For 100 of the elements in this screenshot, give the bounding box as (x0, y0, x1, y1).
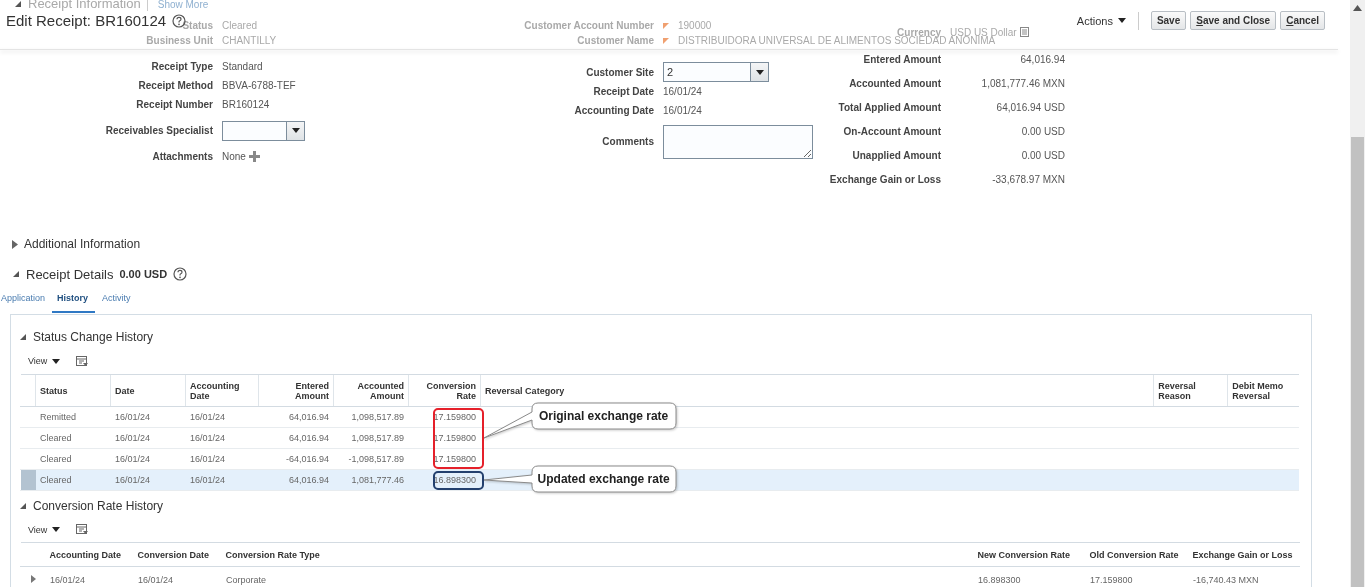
field-label: Receipt Number (136, 99, 213, 110)
collapse-triangle-icon[interactable] (12, 270, 20, 278)
field-label: Receipt Method (138, 80, 213, 91)
column-header: Entered Amount (258, 374, 334, 407)
total-amount: 0.00 USD (119, 268, 168, 280)
column-header: Accounting Date (185, 374, 259, 407)
table-cell: 17.159800 (408, 448, 481, 470)
table-cell: -1,098,517.89 (333, 448, 409, 470)
scroll-up-icon[interactable] (1353, 5, 1362, 11)
table-cell: 16/01/24 (110, 427, 186, 449)
section-title: Receipt Details (26, 266, 114, 282)
column-header: Status (35, 374, 111, 407)
table-cell: 16/01/24 (110, 406, 186, 428)
table-cell: 16.898300 (973, 566, 1086, 587)
field-label: Business Unit (146, 35, 213, 46)
field-value: 16/01/24 (663, 104, 702, 116)
amount-value: 64,016.94 (1019, 53, 1065, 65)
expand-triangle-icon[interactable] (12, 239, 18, 249)
collapse-triangle-icon[interactable] (19, 502, 27, 510)
grid-icon[interactable] (76, 524, 89, 535)
field-label: Receivables Specialist (105, 125, 213, 136)
table-cell: 16/01/24 (45, 566, 134, 587)
view-menu[interactable]: View (28, 524, 61, 535)
column-header: Reversal Reason (1153, 374, 1228, 407)
field-label: Receipt Type (151, 61, 213, 72)
collapse-triangle-icon[interactable] (19, 333, 27, 341)
field-label: Exchange Gain or Loss (829, 173, 941, 185)
section-title: Status Change History (33, 330, 154, 344)
field-label: Receipt Date (593, 85, 654, 97)
dropdown-field[interactable]: 2 (663, 62, 769, 82)
column-header: Date (110, 374, 186, 407)
amount-value: 0.00 USD (1020, 149, 1065, 161)
expand-triangle-icon[interactable] (30, 574, 36, 583)
table-cell: 1,098,517.89 (333, 427, 409, 449)
field-label: Accounted Amount (849, 77, 941, 89)
details-icon[interactable] (1019, 27, 1029, 37)
help-icon[interactable] (173, 267, 188, 281)
page-title: Edit Receipt: BR160124 (6, 12, 167, 29)
actions-menu[interactable]: Actions (1076, 14, 1126, 27)
amount-value: 0.00 USD (1020, 125, 1065, 137)
field-label: Unapplied Amount (852, 149, 941, 161)
add-icon[interactable] (248, 151, 260, 162)
field-label: Comments (602, 136, 654, 147)
required-flag-icon (663, 37, 669, 44)
table-cell: 16/01/24 (110, 448, 186, 470)
column-header: Conversion Rate (408, 374, 481, 407)
grid-icon[interactable] (76, 355, 89, 367)
tab[interactable]: Activity (102, 293, 131, 313)
table-cell: -16,740.43 MXN (1188, 566, 1300, 587)
caret-icon (52, 358, 61, 364)
column-header: Old Conversion Rate (1085, 542, 1189, 567)
collapse-triangle-icon[interactable] (14, 0, 22, 8)
caret-icon (52, 527, 61, 532)
toolbar-button[interactable]: Save and Close (1190, 11, 1277, 30)
table-cell: 17.159800 (408, 406, 481, 428)
table-cell: 16/01/24 (185, 406, 259, 428)
field-value: 16/01/24 (663, 85, 702, 97)
amount-value: -33,678.97 MXN (991, 173, 1065, 185)
table-cell: -64,016.94 (258, 448, 334, 470)
column-header: New Conversion Rate (973, 542, 1086, 567)
toolbar-button[interactable]: Cancel (1280, 11, 1325, 30)
field-label: Customer Account Number (524, 20, 654, 31)
table-cell: 16/01/24 (133, 566, 222, 587)
tab[interactable]: Application (0, 293, 46, 313)
table-cell: Corporate (221, 566, 974, 587)
field-label: Customer Name (577, 35, 654, 46)
column-header: Accounting Date (45, 542, 134, 567)
table-cell: 64,016.94 (258, 406, 334, 428)
field-label: Accounting Date (574, 104, 654, 116)
column-header: Conversion Rate Type (221, 542, 974, 567)
table-cell: 16/01/24 (185, 427, 259, 449)
amount-value: 1,081,777.46 MXN (980, 77, 1065, 89)
comments-field[interactable] (663, 124, 813, 159)
field-label: Total Applied Amount (838, 101, 941, 113)
field-label: Status (182, 20, 213, 31)
field-label: On-Account Amount (843, 125, 941, 137)
table-cell: Cleared (35, 448, 111, 470)
field-value: 190000 (678, 20, 712, 31)
view-menu[interactable]: View (28, 356, 61, 366)
field-label: Entered Amount (863, 53, 941, 65)
table-cell: 17.159800 (1085, 566, 1189, 587)
section-title: Conversion Rate History (33, 499, 164, 513)
column-header: Exchange Gain or Loss (1188, 542, 1300, 567)
table-cell: Remitted (35, 406, 111, 428)
callout-text: Original exchange rate (537, 409, 670, 423)
table-cell: Cleared (35, 427, 111, 449)
field-label: Attachments (152, 151, 213, 162)
table-cell: 1,098,517.89 (333, 406, 409, 428)
field-value: BR160124 (222, 99, 270, 110)
field-label: Currency (897, 26, 941, 38)
caret-icon (291, 128, 300, 133)
toolbar-button[interactable]: Save (1150, 11, 1187, 30)
field-value: Standard (222, 61, 263, 72)
tab[interactable]: History (52, 293, 96, 313)
field-value: None (222, 151, 246, 162)
column-header: Conversion Date (133, 542, 222, 567)
field-value: BBVA-6788-TEF (222, 80, 296, 91)
field-label: Customer Site (586, 66, 654, 78)
dropdown-field[interactable] (222, 120, 305, 141)
scrollbar-thumb[interactable] (1351, 137, 1364, 587)
